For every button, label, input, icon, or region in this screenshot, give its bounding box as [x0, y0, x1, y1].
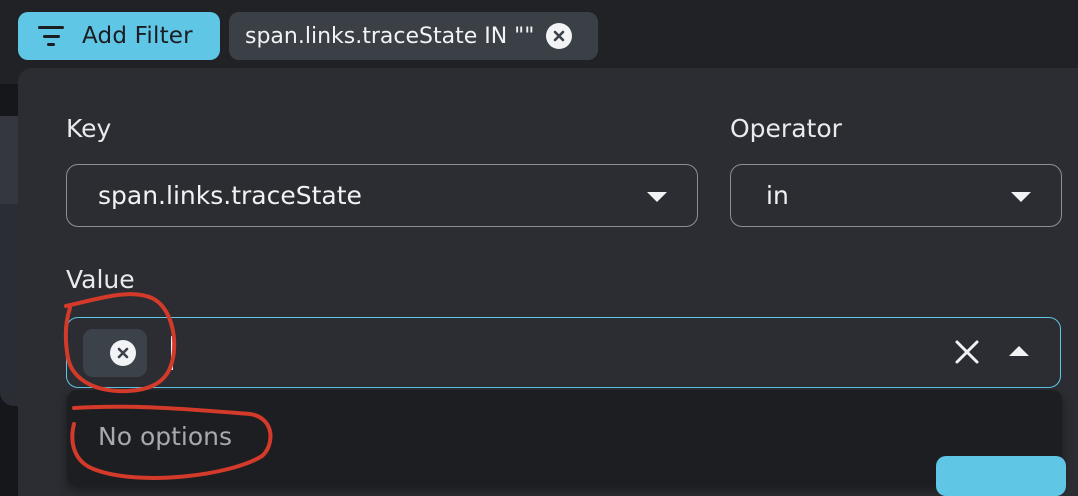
operator-label: Operator [730, 114, 842, 143]
no-options-text: No options [98, 422, 233, 451]
close-circle-icon[interactable] [110, 340, 136, 366]
key-label: Key [66, 114, 112, 143]
apply-button[interactable] [936, 456, 1066, 496]
filter-lines-icon [38, 26, 64, 46]
caret-down-icon [647, 192, 667, 202]
operator-select-value: in [766, 181, 789, 210]
value-autocomplete-input[interactable] [66, 317, 1061, 388]
value-options-dropdown: No options [67, 390, 1062, 486]
caret-down-icon [1011, 192, 1031, 202]
text-cursor [171, 336, 173, 370]
key-select[interactable]: span.links.traceState [66, 164, 698, 227]
active-filter-chip-label: span.links.traceState IN "" [245, 23, 535, 49]
value-tag[interactable] [83, 329, 147, 377]
close-circle-icon[interactable] [546, 23, 573, 49]
active-filter-chip[interactable]: span.links.traceState IN "" [229, 12, 598, 60]
operator-select[interactable]: in [730, 164, 1062, 227]
close-icon[interactable] [953, 338, 981, 370]
caret-up-icon[interactable] [1009, 346, 1029, 356]
add-filter-button[interactable]: Add Filter [18, 12, 220, 60]
key-select-value: span.links.traceState [98, 181, 362, 210]
value-label: Value [66, 265, 135, 294]
add-filter-label: Add Filter [82, 23, 193, 49]
